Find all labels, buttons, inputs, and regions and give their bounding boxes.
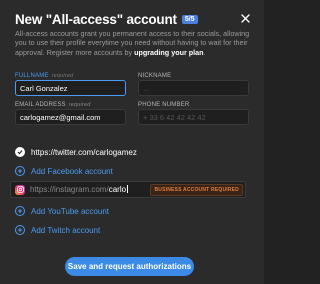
plus-icon: [15, 206, 25, 216]
add-twitch-label: Add Twitch account: [31, 225, 101, 235]
fullname-field[interactable]: Carl Gonzalez: [15, 80, 126, 96]
twitter-row: https://twitter.com/carlogamez: [15, 147, 137, 157]
upgrade-plan-link[interactable]: upgrading your plan: [134, 48, 203, 57]
check-icon: [15, 147, 25, 157]
instagram-url: https://instagram.com/carlo: [30, 185, 150, 194]
twitter-url[interactable]: https://twitter.com/carlogamez: [31, 148, 137, 157]
business-account-badge: Business account required: [150, 183, 243, 196]
text-caret: [127, 185, 129, 193]
nickname-label-text: Nickname: [138, 73, 172, 79]
email-label: Email address required: [15, 102, 91, 108]
modal-title: New "All-access" account: [15, 12, 177, 27]
nickname-placeholder: ...: [143, 83, 150, 93]
new-account-modal: New "All-access" account 5/5 All-access …: [0, 0, 264, 284]
close-icon[interactable]: [241, 14, 250, 23]
add-facebook-button[interactable]: Add Facebook account: [15, 166, 113, 176]
add-youtube-label: Add YouTube account: [31, 206, 109, 216]
description-end: .: [203, 47, 206, 57]
instagram-icon: [15, 184, 25, 195]
save-request-button[interactable]: Save and request authorizations: [65, 257, 194, 276]
add-youtube-button[interactable]: Add YouTube account: [15, 206, 109, 216]
account-count-badge: 5/5: [181, 15, 198, 24]
email-value: carlogamez@gmail.com: [20, 112, 101, 122]
email-field[interactable]: carlogamez@gmail.com: [15, 109, 126, 125]
add-facebook-label: Add Facebook account: [31, 166, 113, 176]
instagram-url-prefix: https://instagram.com/: [30, 185, 109, 194]
phone-label-text: Phone number: [138, 102, 190, 108]
instagram-field[interactable]: https://instagram.com/carlo Business acc…: [10, 181, 246, 198]
fullname-label: Fullname required: [15, 73, 73, 79]
instagram-url-typed: carlo: [108, 185, 127, 194]
nickname-field[interactable]: ...: [138, 80, 249, 96]
modal-description: All-access accounts grant you permanent …: [15, 29, 253, 57]
plus-icon: [15, 225, 25, 235]
email-label-text: Email address: [15, 102, 66, 108]
fullname-required-hint: required: [51, 73, 74, 79]
nickname-label: Nickname: [138, 73, 171, 79]
plus-icon: [15, 166, 25, 176]
fullname-value: Carl Gonzalez: [20, 83, 68, 93]
modal-header: New "All-access" account 5/5: [15, 12, 198, 27]
phone-label: Phone number: [138, 102, 189, 108]
email-required-hint: required: [68, 102, 91, 108]
fullname-label-text: Fullname: [15, 73, 49, 79]
phone-field[interactable]: + 33 6 42 42 42 42: [138, 109, 249, 125]
add-twitch-button[interactable]: Add Twitch account: [15, 225, 100, 235]
phone-placeholder: + 33 6 42 42 42 42: [143, 112, 206, 122]
description-text: All-access accounts grant you permanent …: [15, 29, 250, 57]
